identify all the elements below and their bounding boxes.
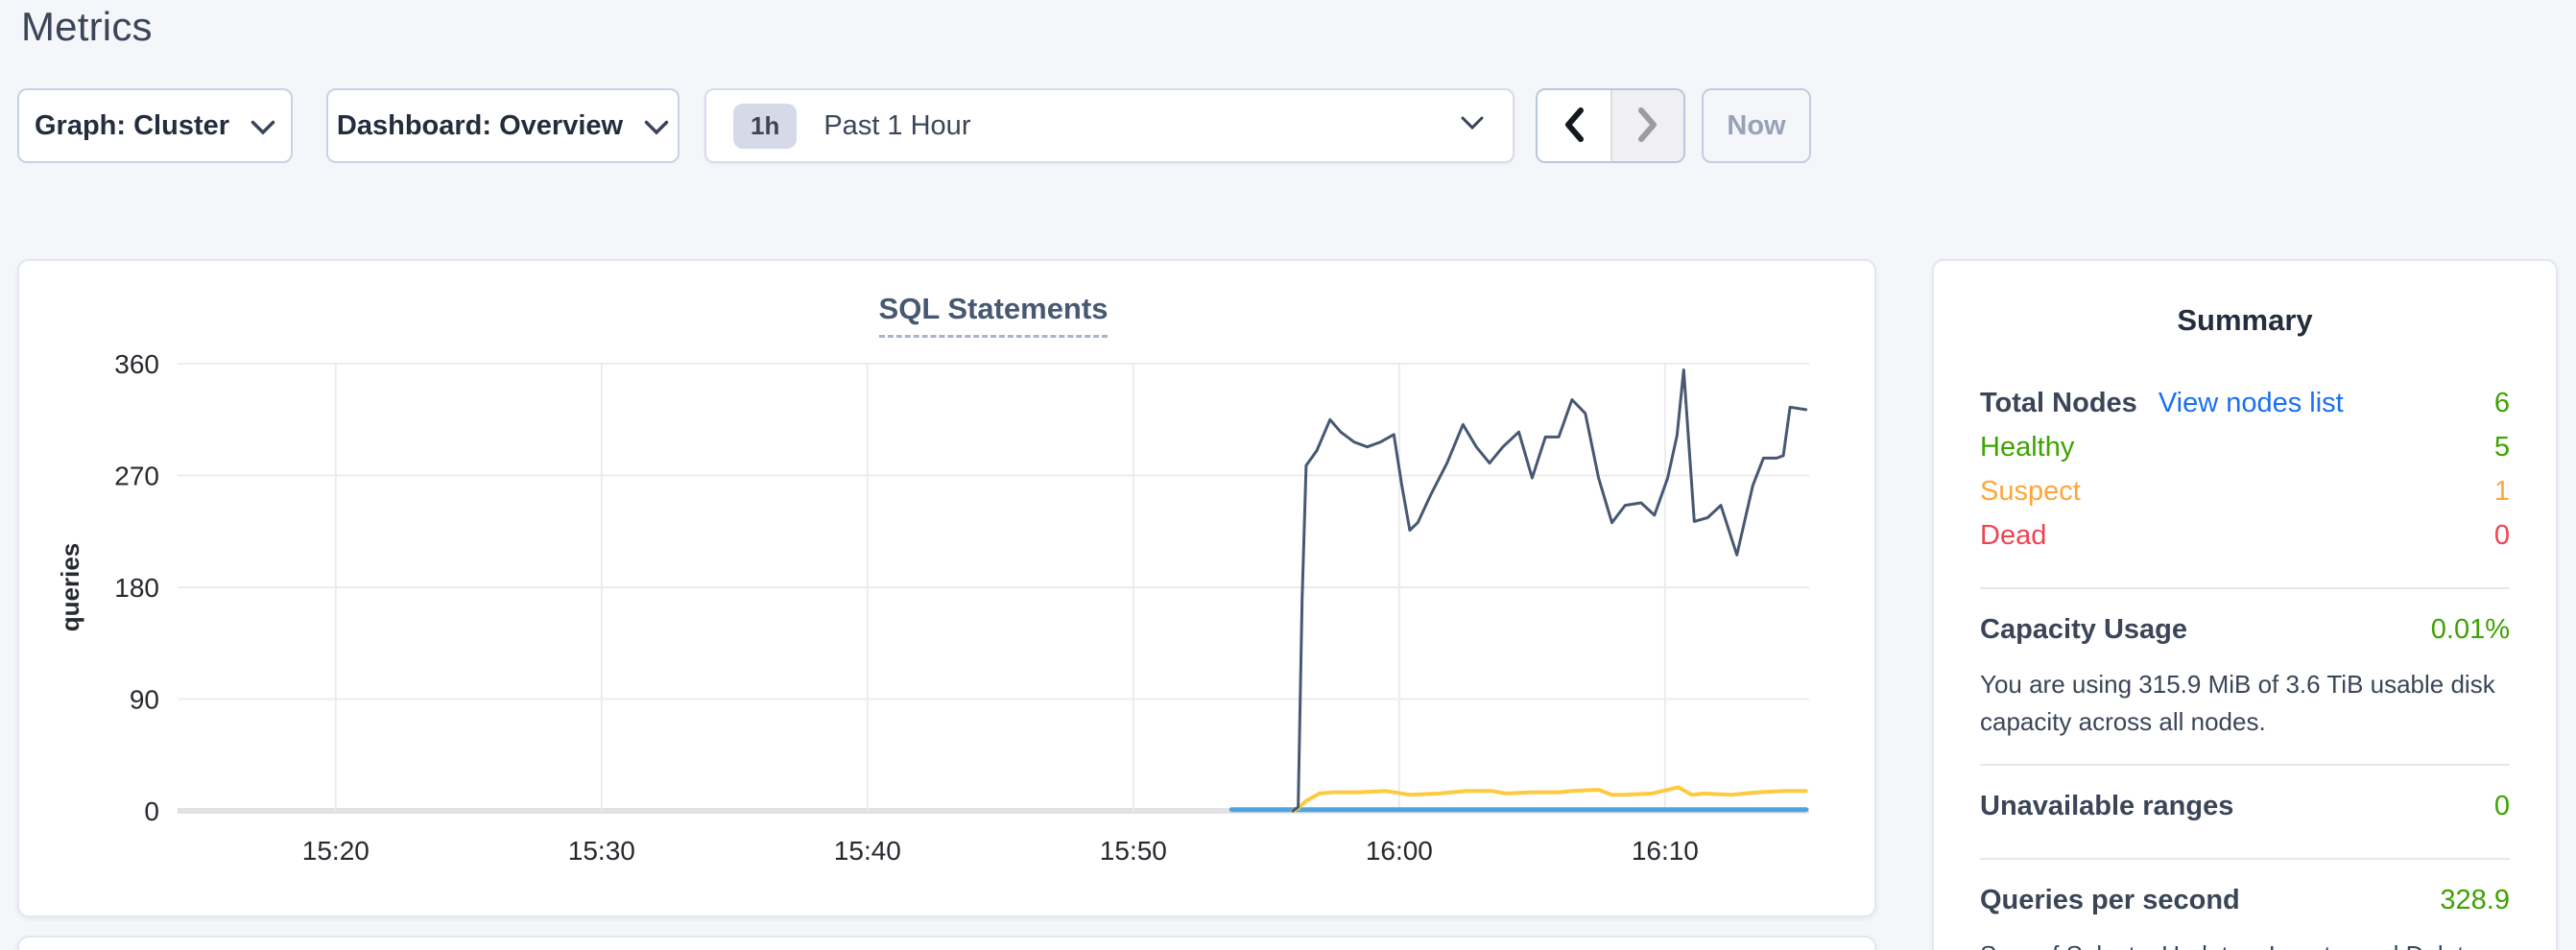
summary-panel: Summary Total Nodes View nodes list 6 He… [1932,259,2558,950]
queries-per-second-row: Queries per second 328.9 [1980,885,2510,929]
dead-nodes-value: 0 [2494,520,2510,552]
divider [1980,764,2510,766]
next-chart-card-partial [17,936,1876,950]
dashboard-dropdown-label: Dashboard: Overview [337,110,623,142]
x-tick-label: 16:10 [1632,836,1699,866]
time-window-badge: 1h [733,104,797,149]
queries-per-second-label: Queries per second [1980,885,2240,916]
x-tick-label: 15:30 [568,836,635,866]
y-tick-label: 360 [114,349,159,379]
chevron-down-icon [644,112,669,144]
x-tick-label: 16:00 [1366,836,1433,866]
chevron-down-icon [250,112,275,144]
healthy-nodes-label: Healthy [1980,432,2074,463]
previous-timespan-button[interactable] [1538,90,1610,161]
unavailable-ranges-value: 0 [2494,791,2510,822]
x-tick-label: 15:40 [834,836,901,866]
healthy-nodes-row: Healthy 5 [1980,432,2510,476]
total-nodes-value: 6 [2494,388,2510,419]
y-tick-label: 90 [130,685,159,715]
time-pager [1536,88,1685,163]
y-tick-label: 0 [144,796,159,826]
dead-nodes-row: Dead 0 [1980,520,2510,564]
y-tick-label: 180 [114,573,159,603]
total-nodes-row: Total Nodes View nodes list 6 [1980,388,2510,432]
queries-per-second-description: Sum of Selects, Updates, Inserts, and De… [1980,937,2510,950]
chart-line-dark-blue-line [1293,370,1806,812]
chevron-left-icon [1562,107,1586,146]
healthy-nodes-value: 5 [2494,432,2510,463]
y-axis-label: queries [56,543,84,632]
next-timespan-button[interactable] [1610,90,1683,161]
x-tick-label: 15:20 [302,836,370,866]
suspect-nodes-value: 1 [2494,476,2510,508]
sql-statements-chart-card: SQL Statements 09018027036015:2015:3015:… [17,259,1876,917]
divider [1980,587,2510,589]
x-tick-label: 15:50 [1100,836,1167,866]
summary-title: Summary [1980,303,2510,338]
summary-rows: Total Nodes View nodes list 6 Healthy 5 … [1980,388,2510,564]
now-button[interactable]: Now [1702,88,1811,163]
capacity-usage-row: Capacity Usage 0.01% [1980,614,2510,658]
page-title: Metrics [21,4,153,50]
queries-per-second-value: 328.9 [2440,885,2510,916]
graph-dropdown-label: Graph: Cluster [35,110,229,142]
time-window-picker[interactable]: 1h Past 1 Hour [704,88,1515,163]
sql-statements-chart[interactable]: 0 90 180 270 360 15:20 15:30 15:40 15:50 16:00 16:… [19,261,1874,915]
divider [1980,858,2510,860]
view-nodes-list-link[interactable]: View nodes list [2159,388,2344,419]
metrics-page: Metrics Graph: Cluster Dashboard: Overvi… [0,0,2576,950]
suspect-nodes-row: Suspect 1 [1980,476,2510,520]
toolbar: Graph: Cluster Dashboard: Overview 1h Pa… [0,88,2576,163]
chevron-right-icon [1636,107,1659,146]
chevron-down-icon [1461,116,1484,136]
graph-dropdown[interactable]: Graph: Cluster [17,88,293,163]
suspect-nodes-label: Suspect [1980,476,2081,508]
dashboard-dropdown[interactable]: Dashboard: Overview [326,88,680,163]
capacity-usage-label: Capacity Usage [1980,614,2187,646]
total-nodes-label: Total Nodes [1980,388,2137,419]
time-window-label: Past 1 Hour [823,110,1461,142]
capacity-usage-value: 0.01% [2431,614,2510,646]
y-tick-label: 270 [114,462,159,491]
unavailable-ranges-row: Unavailable ranges 0 [1980,791,2510,835]
dead-nodes-label: Dead [1980,520,2046,552]
capacity-usage-description: You are using 315.9 MiB of 3.6 TiB usabl… [1980,666,2510,741]
unavailable-ranges-label: Unavailable ranges [1980,791,2233,822]
